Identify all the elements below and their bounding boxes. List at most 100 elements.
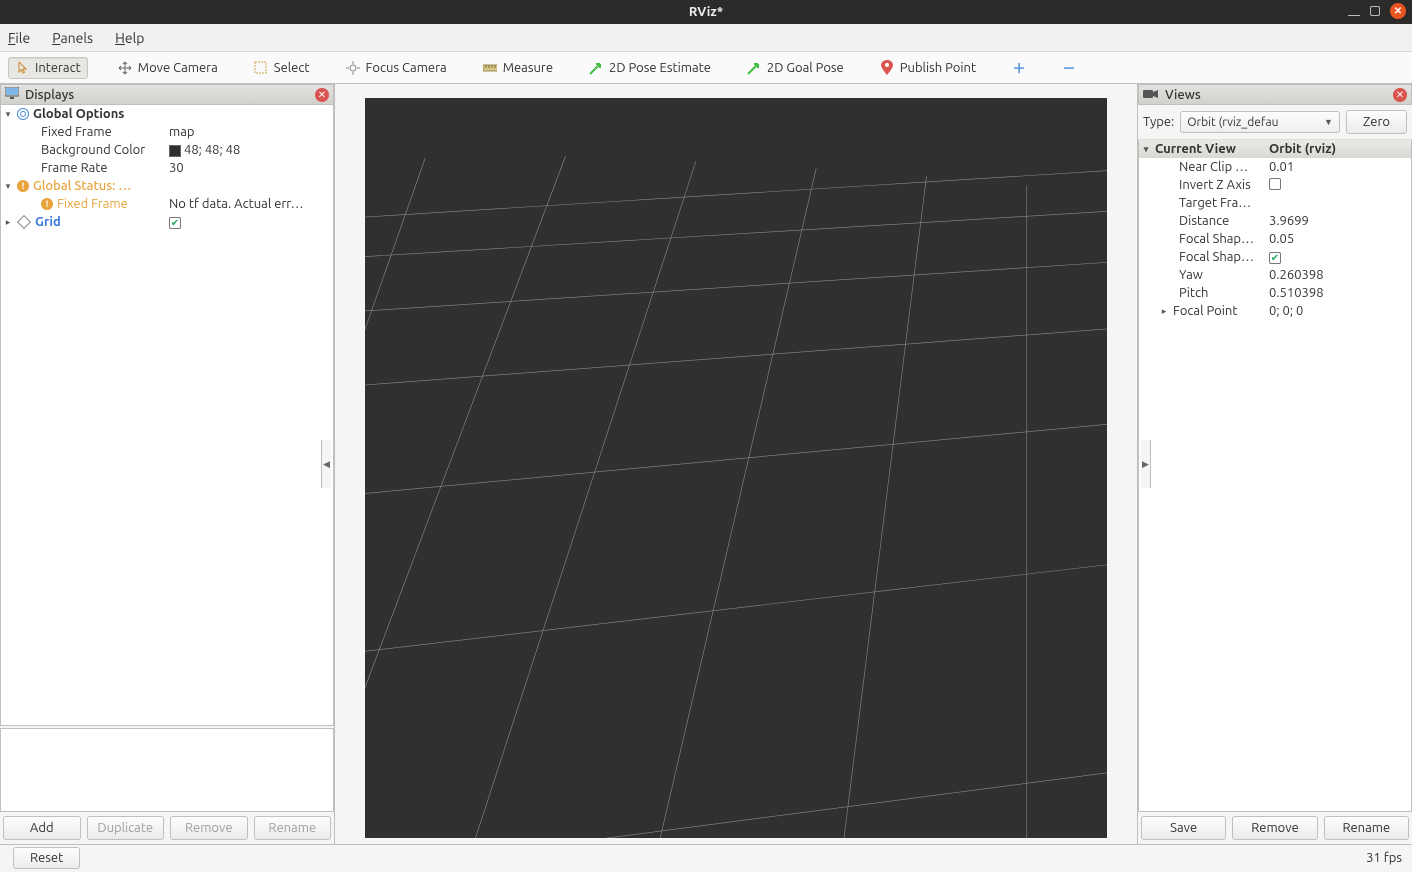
view-type-combo[interactable]: Orbit (rviz_defau ▼	[1180, 111, 1340, 133]
maximize-icon[interactable]	[1370, 6, 1380, 16]
pin-icon	[880, 61, 894, 75]
view-type-value: Orbit (rviz_defau	[1187, 116, 1278, 129]
fixed-frame-status-label[interactable]: Fixed Frame	[57, 197, 128, 211]
chevron-down-icon: ▼	[1324, 117, 1333, 127]
displays-buttons: Add Duplicate Remove Rename	[0, 812, 334, 844]
focus-icon	[346, 61, 360, 75]
global-status-label[interactable]: Global Status: …	[33, 179, 131, 193]
tool-move-label: Move Camera	[138, 61, 218, 75]
status-bar: Reset 31 fps	[0, 844, 1412, 871]
warning-icon: !	[41, 198, 53, 210]
tool-focus-camera[interactable]: Focus Camera	[340, 58, 453, 78]
current-view-value: Orbit (rviz)	[1269, 142, 1411, 156]
views-close-icon[interactable]: ✕	[1393, 88, 1407, 102]
select-icon	[254, 61, 268, 75]
close-icon[interactable]: ✕	[1390, 3, 1406, 19]
current-view-label[interactable]: Current View	[1155, 142, 1236, 156]
tool-move-camera[interactable]: Move Camera	[112, 58, 224, 78]
checkbox[interactable]	[1269, 178, 1281, 190]
grid-render	[365, 98, 1107, 838]
fixed-frame-value[interactable]: map	[169, 125, 333, 139]
duplicate-button: Duplicate	[87, 816, 165, 840]
grid-item-label[interactable]: Grid	[35, 215, 61, 229]
views-title: Views	[1165, 88, 1201, 102]
fixed-frame-label[interactable]: Fixed Frame	[41, 125, 112, 139]
tool-interact-label: Interact	[35, 61, 81, 75]
minus-icon: －	[1062, 61, 1076, 75]
prop-value[interactable]: 0.01	[1269, 160, 1294, 174]
disclosure-icon[interactable]: ▾	[1141, 144, 1151, 155]
disclosure-icon[interactable]: ▸	[3, 217, 13, 228]
disclosure-icon[interactable]: ▾	[3, 109, 13, 120]
bg-color-label[interactable]: Background Color	[41, 143, 145, 157]
window-titlebar: RViz* ✕	[0, 0, 1412, 24]
prop-label[interactable]: Yaw	[1179, 268, 1203, 282]
prop-value[interactable]: 0.260398	[1269, 268, 1324, 282]
zero-button[interactable]: Zero	[1346, 110, 1407, 134]
prop-label[interactable]: Near Clip …	[1179, 160, 1248, 174]
prop-label[interactable]: Distance	[1179, 214, 1229, 228]
disclosure-icon[interactable]: ▸	[1159, 306, 1169, 317]
frame-rate-label[interactable]: Frame Rate	[41, 161, 108, 175]
prop-label[interactable]: Invert Z Axis	[1179, 178, 1251, 192]
minimize-icon[interactable]	[1348, 15, 1360, 16]
prop-label[interactable]: Target Fra…	[1179, 196, 1251, 210]
gear-icon	[17, 108, 29, 120]
bg-color-value[interactable]: 48; 48; 48	[169, 143, 333, 157]
tool-pose-estimate[interactable]: 2D Pose Estimate	[583, 58, 717, 78]
menu-bar: File Panels Help	[0, 24, 1412, 52]
prop-value[interactable]: 3.9699	[1269, 214, 1309, 228]
grid-checkbox[interactable]: ✔	[169, 217, 181, 229]
tool-add[interactable]: ＋	[1006, 58, 1032, 78]
save-button[interactable]: Save	[1141, 816, 1226, 840]
prop-value[interactable]: 0.510398	[1269, 286, 1324, 300]
collapse-left-icon[interactable]: ◀	[321, 440, 331, 488]
add-button[interactable]: Add	[3, 816, 81, 840]
tool-focus-label: Focus Camera	[366, 61, 447, 75]
prop-label[interactable]: Pitch	[1179, 286, 1208, 300]
plus-icon: ＋	[1012, 61, 1026, 75]
displays-tree[interactable]: ▾ Global Options Fixed Frame map Backgro…	[0, 105, 334, 726]
views-rename-button[interactable]: Rename	[1324, 816, 1409, 840]
prop-label[interactable]: Focal Point	[1173, 304, 1237, 318]
disclosure-icon[interactable]: ▾	[3, 181, 13, 192]
frame-rate-value[interactable]: 30	[169, 161, 333, 175]
tool-measure[interactable]: Measure	[477, 58, 559, 78]
type-label: Type:	[1143, 115, 1174, 129]
tool-goal-pose[interactable]: 2D Goal Pose	[741, 58, 850, 78]
fps-readout: 31 fps	[1366, 851, 1402, 865]
views-panel: Views ✕ Type: Orbit (rviz_defau ▼ Zero ▾…	[1137, 84, 1412, 844]
menu-help[interactable]: Help	[115, 30, 144, 46]
reset-button[interactable]: Reset	[13, 847, 80, 869]
views-remove-button[interactable]: Remove	[1232, 816, 1317, 840]
fixed-frame-status-value: No tf data. Actual err…	[169, 197, 333, 211]
tool-remove[interactable]: －	[1056, 58, 1082, 78]
move-icon	[118, 61, 132, 75]
rename-button: Rename	[254, 816, 332, 840]
grid-icon	[17, 215, 31, 229]
menu-panels[interactable]: Panels	[52, 30, 93, 46]
tool-goal-label: 2D Goal Pose	[767, 61, 844, 75]
tool-publish-point[interactable]: Publish Point	[874, 58, 982, 78]
views-header[interactable]: Views ✕	[1138, 84, 1412, 105]
views-tree[interactable]: ▾ Current View Orbit (rviz) Near Clip … 0…	[1138, 140, 1412, 812]
tool-select-label: Select	[274, 61, 310, 75]
displays-title: Displays	[25, 88, 74, 102]
checkbox[interactable]: ✔	[1269, 252, 1281, 264]
collapse-right-icon[interactable]: ▶	[1141, 440, 1151, 488]
displays-header[interactable]: Displays ✕	[0, 84, 334, 105]
displays-close-icon[interactable]: ✕	[315, 88, 329, 102]
pointer-icon	[15, 61, 29, 75]
prop-value[interactable]: 0.05	[1269, 232, 1294, 246]
tool-interact[interactable]: Interact	[8, 57, 88, 79]
global-options-label[interactable]: Global Options	[33, 107, 124, 121]
menu-file[interactable]: File	[8, 30, 30, 46]
center-area: ◀	[335, 84, 1137, 844]
prop-label[interactable]: Focal Shap…	[1179, 232, 1254, 246]
tool-measure-label: Measure	[503, 61, 553, 75]
3d-viewport[interactable]	[365, 98, 1107, 838]
prop-value[interactable]: 0; 0; 0	[1269, 304, 1303, 318]
prop-label[interactable]: Focal Shap…	[1179, 250, 1254, 264]
tool-select[interactable]: Select	[248, 58, 316, 78]
arrow-green-icon	[589, 61, 603, 75]
